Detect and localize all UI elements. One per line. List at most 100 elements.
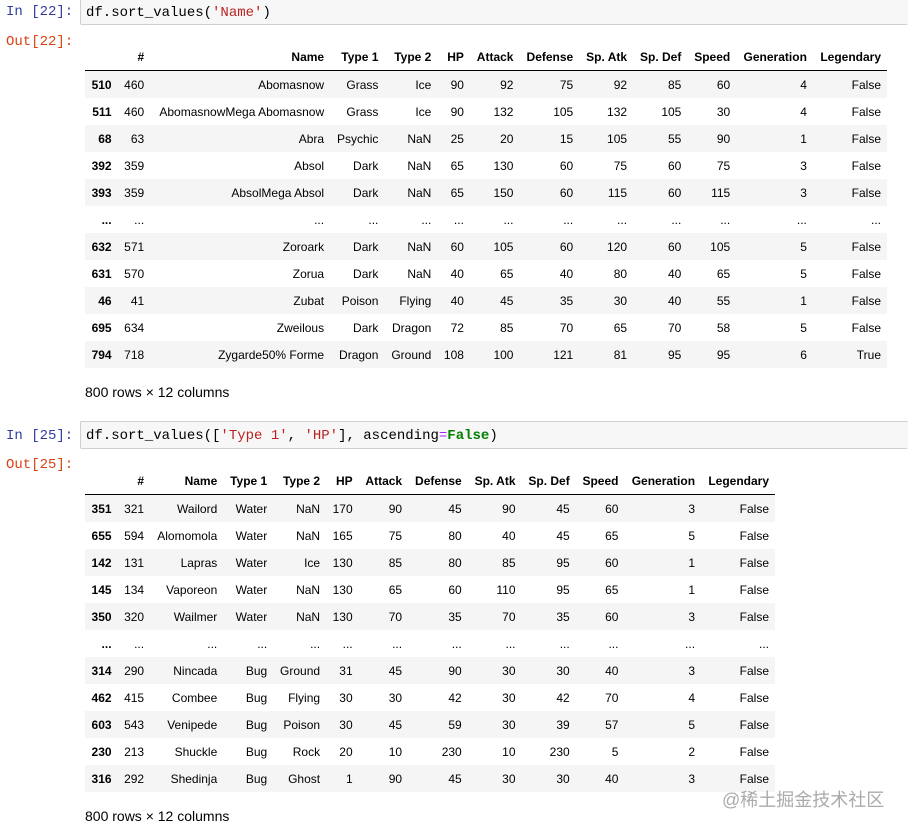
row-index: 392 bbox=[91, 158, 112, 173]
table-cell: NaN bbox=[296, 582, 321, 597]
table-cell: 90 bbox=[450, 104, 464, 119]
code-fn: df.sort_values( bbox=[86, 5, 213, 21]
row-index: 655 bbox=[91, 528, 112, 543]
table-cell: 5 bbox=[688, 528, 696, 543]
table-cell: 130 bbox=[332, 582, 353, 597]
code-arg1: 'Type 1' bbox=[220, 428, 288, 444]
table-cell: 5 bbox=[688, 717, 696, 732]
table-row: 462 415 Combee Bug Flying 30 30 42 30 42 70 4 False bbox=[85, 684, 775, 711]
column-header: Sp. Def bbox=[633, 43, 688, 71]
watermark: @稀土掘金技术社区 bbox=[722, 790, 885, 810]
table-cell: Water bbox=[235, 609, 268, 624]
table-cell: 90 bbox=[502, 501, 516, 516]
table-cell: True bbox=[856, 347, 881, 362]
input-prompt-25: In [25]: bbox=[6, 428, 74, 444]
row-index: 142 bbox=[91, 555, 112, 570]
table-cell: 45 bbox=[556, 528, 570, 543]
table-cell: False bbox=[739, 690, 769, 705]
table-cell: 45 bbox=[556, 501, 570, 516]
table-cell: NaN bbox=[407, 185, 432, 200]
table-cell: 115 bbox=[607, 185, 628, 200]
table-cell: 634 bbox=[124, 320, 145, 335]
table-cell: ... bbox=[720, 212, 731, 227]
table-cell: Shuckle bbox=[174, 744, 218, 759]
table-cell: 3 bbox=[800, 185, 807, 200]
table-cell: False bbox=[851, 266, 881, 281]
row-index: 511 bbox=[92, 104, 112, 119]
table-cell: 134 bbox=[124, 582, 145, 597]
table-row: 695 634 Zweilous Dark Dragon 72 85 70 65 70 58 5 Fal… bbox=[85, 314, 887, 341]
table-cell: NaN bbox=[296, 528, 321, 543]
table-cell: Psychic bbox=[337, 131, 379, 146]
table-cell: 55 bbox=[716, 293, 731, 308]
column-header: Sp. Atk bbox=[579, 43, 634, 71]
table-cell: 30 bbox=[556, 663, 570, 678]
table-cell: ... bbox=[392, 636, 403, 651]
row-index: 632 bbox=[91, 239, 112, 254]
table-cell: 321 bbox=[124, 501, 145, 516]
column-header: Attack bbox=[358, 467, 409, 495]
table-cell: ... bbox=[207, 636, 218, 651]
table-cell: 35 bbox=[556, 609, 570, 624]
table-cell: 70 bbox=[388, 609, 403, 624]
table-cell: 1 bbox=[345, 771, 353, 786]
table-cell: 3 bbox=[688, 609, 696, 624]
table-cell: 718 bbox=[124, 347, 145, 362]
table-cell: 105 bbox=[710, 239, 731, 254]
table-cell: 40 bbox=[502, 528, 516, 543]
table-cell: 3 bbox=[688, 663, 696, 678]
table-cell: NaN bbox=[407, 239, 432, 254]
table-cell: Bug bbox=[245, 690, 268, 705]
table-cell: Vaporeon bbox=[166, 582, 218, 597]
table-cell: 65 bbox=[500, 266, 514, 281]
table-cell: 60 bbox=[605, 501, 619, 516]
table-row: 632 571 Zoroark Dark NaN 60 105 60 120 60 105 5 Fals… bbox=[85, 233, 887, 260]
table-cell: 100 bbox=[493, 347, 514, 362]
table-cell: 65 bbox=[450, 185, 464, 200]
table-cell: 1 bbox=[800, 131, 807, 146]
table-cell: 80 bbox=[448, 528, 462, 543]
code-sep: , bbox=[287, 428, 305, 444]
table-cell: 30 bbox=[388, 690, 403, 705]
output-prompt-25: Out[25]: bbox=[6, 457, 74, 473]
table-cell: Ice bbox=[415, 77, 432, 92]
table-cell: 75 bbox=[559, 77, 574, 92]
table-cell: 90 bbox=[450, 77, 464, 92]
table-cell: 130 bbox=[332, 555, 353, 570]
table-row: 68 63 Abra Psychic NaN 25 20 15 105 55 90 1 False bbox=[85, 125, 887, 152]
column-header: HP bbox=[326, 467, 359, 495]
table-cell: 75 bbox=[613, 158, 628, 173]
table-cell: 60 bbox=[605, 609, 619, 624]
table-cell: 80 bbox=[613, 266, 628, 281]
table-row: 794 718 Zygarde50% Forme Dragon Ground 108 100… bbox=[85, 341, 887, 368]
table-cell: ... bbox=[563, 212, 574, 227]
table-row: 46 41 Zubat Poison Flying 40 45 35 30 40 55 1 False bbox=[85, 287, 887, 314]
code-input-25[interactable]: df.sort_values(['Type 1', 'HP'], ascendi… bbox=[80, 421, 908, 449]
table-cell: 90 bbox=[716, 131, 731, 146]
table-cell: Poison bbox=[283, 717, 321, 732]
table-row: 655 594 Alomomola Water NaN 165 75 80 40 45 65 5 Fal… bbox=[85, 522, 775, 549]
table-cell: Water bbox=[235, 528, 268, 543]
table-cell: 460 bbox=[124, 104, 145, 119]
column-header bbox=[85, 43, 118, 71]
row-index: 230 bbox=[91, 744, 112, 759]
table-cell: 63 bbox=[130, 131, 145, 146]
table-cell: 42 bbox=[448, 690, 462, 705]
table-cell: Wailord bbox=[177, 501, 218, 516]
row-index: 68 bbox=[98, 131, 112, 146]
table-cell: 60 bbox=[605, 555, 619, 570]
table-cell: 85 bbox=[502, 555, 516, 570]
table-cell: ... bbox=[342, 636, 353, 651]
table-row: 314 290 Nincada Bug Ground 31 45 90 30 30 40 3 False bbox=[85, 657, 775, 684]
table-cell: False bbox=[851, 77, 881, 92]
code-input-22[interactable]: df.sort_values('Name') bbox=[80, 0, 908, 25]
table-cell: 110 bbox=[496, 582, 516, 597]
table-cell: 2 bbox=[688, 744, 696, 759]
row-index: ... bbox=[101, 636, 112, 651]
table-row: ....................................... bbox=[85, 206, 887, 233]
table-cell: False bbox=[739, 555, 769, 570]
table-cell: 65 bbox=[450, 158, 464, 173]
table-cell: 85 bbox=[667, 77, 682, 92]
table-cell: 30 bbox=[502, 771, 516, 786]
table-cell: 6 bbox=[800, 347, 807, 362]
